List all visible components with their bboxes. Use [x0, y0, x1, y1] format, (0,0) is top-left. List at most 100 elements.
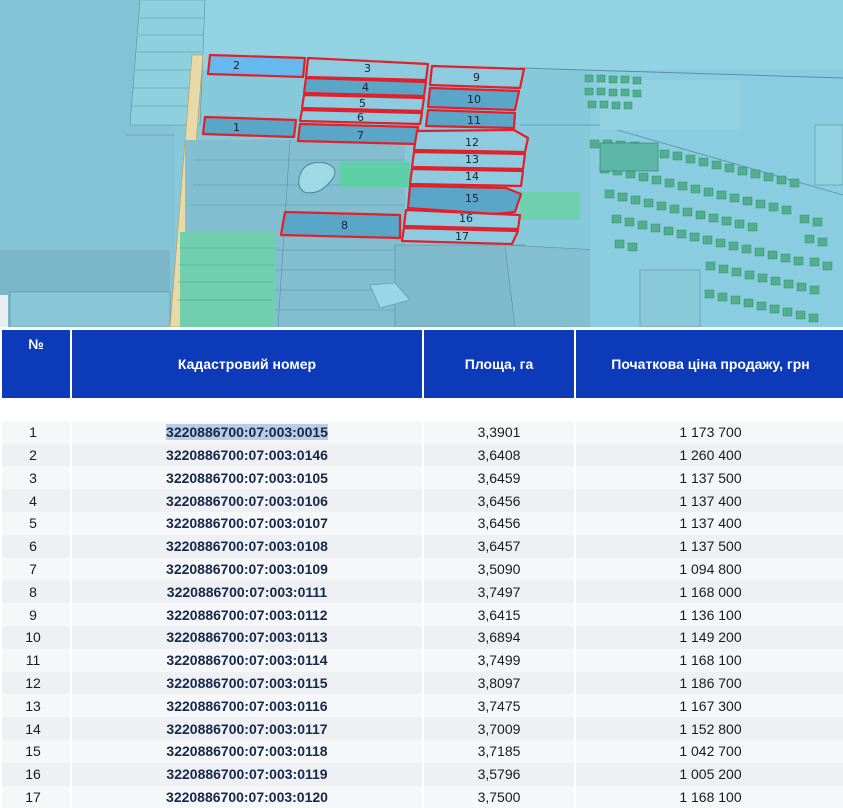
parcel-label-3: 3 — [364, 62, 371, 75]
cadastral-number[interactable]: 3220886700:07:003:0015 — [166, 424, 328, 441]
cadastral-number[interactable]: 3220886700:07:003:0118 — [166, 743, 327, 759]
cadastral-number[interactable]: 3220886700:07:003:0105 — [166, 470, 328, 486]
area-value: 3,7500 — [477, 788, 521, 805]
price-value-cell: 1 152 800 — [576, 717, 843, 740]
cadastral-number-cell: 3220886700:07:003:0119 — [72, 762, 422, 786]
row-number: 16 — [25, 766, 41, 783]
row-number-cell: 15 — [2, 739, 70, 763]
area-value-cell: 3,7185 — [424, 739, 574, 763]
area-value-cell: 3,6457 — [424, 534, 574, 558]
cadastral-number-cell: 3220886700:07:003:0114 — [72, 648, 422, 672]
row-number: 17 — [25, 788, 41, 805]
row-number: 11 — [25, 652, 41, 669]
area-value-cell: 3,3901 — [424, 420, 574, 444]
area-value-cell: 3,6456 — [424, 511, 574, 535]
cadastral-number[interactable]: 3220886700:07:003:0113 — [166, 629, 327, 645]
table-row: 4 3220886700:07:003:0106 3,6456 1 137 400 — [2, 489, 843, 512]
table-row: 16 3220886700:07:003:0119 3,5796 1 005 200 — [2, 762, 843, 786]
header-area: Площа, га — [424, 330, 574, 398]
price-value-cell: 1 137 400 — [576, 511, 843, 535]
cadastral-number[interactable]: 3220886700:07:003:0112 — [166, 607, 327, 623]
price-value-cell: 1 137 500 — [576, 466, 843, 490]
header-cadastral-number: Кадастровий номер — [72, 330, 422, 398]
row-number: 8 — [29, 583, 37, 600]
row-number-cell: 10 — [2, 625, 70, 649]
area-value: 3,6408 — [477, 446, 521, 463]
table-header: № Кадастровий номер Площа, га Початкова … — [2, 330, 843, 421]
cadastral-number-cell: 3220886700:07:003:0105 — [72, 466, 422, 490]
area-value-cell: 3,6459 — [424, 466, 574, 490]
area-value-cell: 3,7499 — [424, 648, 574, 672]
table-body: 1 3220886700:07:003:0015 3,3901 1 173 700 2 3… — [2, 420, 843, 808]
map-canvas: 2 3 4 5 6 7 1 8 9 10 11 12 13 14 15 16 1… — [0, 0, 843, 327]
area-value: 3,7185 — [477, 743, 521, 760]
row-number: 2 — [29, 446, 37, 463]
price-value: 1 173 700 — [679, 424, 742, 441]
row-number: 3 — [29, 469, 37, 486]
price-value-cell: 1 005 200 — [576, 762, 843, 786]
table-row: 13 3220886700:07:003:0116 3,7475 1 167 300 — [2, 694, 843, 718]
price-value-cell: 1 137 500 — [576, 534, 843, 558]
cadastral-number-cell: 3220886700:07:003:0111 — [72, 580, 422, 604]
parcel-label-12: 12 — [465, 136, 479, 149]
row-number-cell: 6 — [2, 534, 70, 558]
row-number: 15 — [25, 743, 41, 760]
area-value: 3,3901 — [477, 424, 521, 441]
cadastral-number-cell: 3220886700:07:003:0109 — [72, 557, 422, 581]
area-value-cell: 3,6415 — [424, 603, 574, 626]
area-value-cell: 3,5796 — [424, 762, 574, 786]
price-value-cell: 1 260 400 — [576, 443, 843, 467]
row-number-cell: 11 — [2, 648, 70, 672]
cadastral-number[interactable]: 3220886700:07:003:0119 — [166, 766, 327, 782]
cadastral-number-cell: 3220886700:07:003:0113 — [72, 625, 422, 649]
cadastral-number[interactable]: 3220886700:07:003:0146 — [166, 447, 328, 463]
area-value: 3,8097 — [477, 674, 521, 691]
cadastral-number[interactable]: 3220886700:07:003:0111 — [167, 584, 327, 600]
price-value-cell: 1 042 700 — [576, 739, 843, 763]
area-value-cell: 3,5090 — [424, 557, 574, 581]
area-value: 3,6457 — [477, 538, 521, 555]
price-value: 1 186 700 — [679, 674, 742, 691]
price-value-cell: 1 137 400 — [576, 489, 843, 512]
parcel-label-9: 9 — [473, 71, 480, 84]
price-value-cell: 1 167 300 — [576, 694, 843, 718]
area-value-cell: 3,7009 — [424, 717, 574, 740]
row-number-cell: 12 — [2, 671, 70, 695]
cadastral-number[interactable]: 3220886700:07:003:0106 — [166, 493, 328, 509]
price-value: 1 137 500 — [679, 469, 742, 486]
cadastral-number-cell: 3220886700:07:003:0106 — [72, 489, 422, 512]
cadastral-number[interactable]: 3220886700:07:003:0109 — [166, 561, 328, 577]
cadastral-number[interactable]: 3220886700:07:003:0117 — [166, 721, 327, 737]
cadastral-number[interactable]: 3220886700:07:003:0116 — [166, 698, 327, 714]
table-row: 10 3220886700:07:003:0113 3,6894 1 149 200 — [2, 625, 843, 649]
table-row: 5 3220886700:07:003:0107 3,6456 1 137 400 — [2, 511, 843, 535]
area-value-cell: 3,7475 — [424, 694, 574, 718]
row-number: 5 — [29, 515, 37, 532]
cadastral-number[interactable]: 3220886700:07:003:0108 — [166, 538, 328, 554]
header-price: Початкова ціна продажу, грн — [576, 330, 843, 398]
cadastral-number[interactable]: 3220886700:07:003:0115 — [166, 675, 327, 691]
parcel-label-4: 4 — [362, 81, 369, 94]
price-value: 1 260 400 — [679, 446, 742, 463]
area-value: 3,6456 — [477, 492, 521, 509]
parcels-table: № Кадастровий номер Площа, га Початкова … — [0, 330, 843, 808]
area-value: 3,7497 — [477, 583, 521, 600]
row-number-cell: 1 — [2, 420, 70, 444]
row-number: 1 — [29, 424, 37, 441]
row-number: 9 — [29, 606, 37, 623]
price-value: 1 094 800 — [679, 560, 742, 577]
area-value: 3,7009 — [477, 720, 521, 737]
cadastral-number[interactable]: 3220886700:07:003:0120 — [166, 789, 328, 805]
cadastral-number[interactable]: 3220886700:07:003:0107 — [166, 515, 328, 531]
row-number-cell: 8 — [2, 580, 70, 604]
row-number: 6 — [29, 538, 37, 555]
parcel-label-1: 1 — [233, 121, 240, 134]
price-value: 1 137 400 — [679, 492, 742, 509]
cadastral-number[interactable]: 3220886700:07:003:0114 — [166, 652, 327, 668]
row-number: 14 — [25, 720, 41, 737]
cadastral-number-cell: 3220886700:07:003:0146 — [72, 443, 422, 467]
table-row: 11 3220886700:07:003:0114 3,7499 1 168 100 — [2, 648, 843, 672]
row-number: 12 — [25, 674, 41, 691]
row-number: 10 — [25, 629, 41, 646]
price-value: 1 137 500 — [679, 538, 742, 555]
